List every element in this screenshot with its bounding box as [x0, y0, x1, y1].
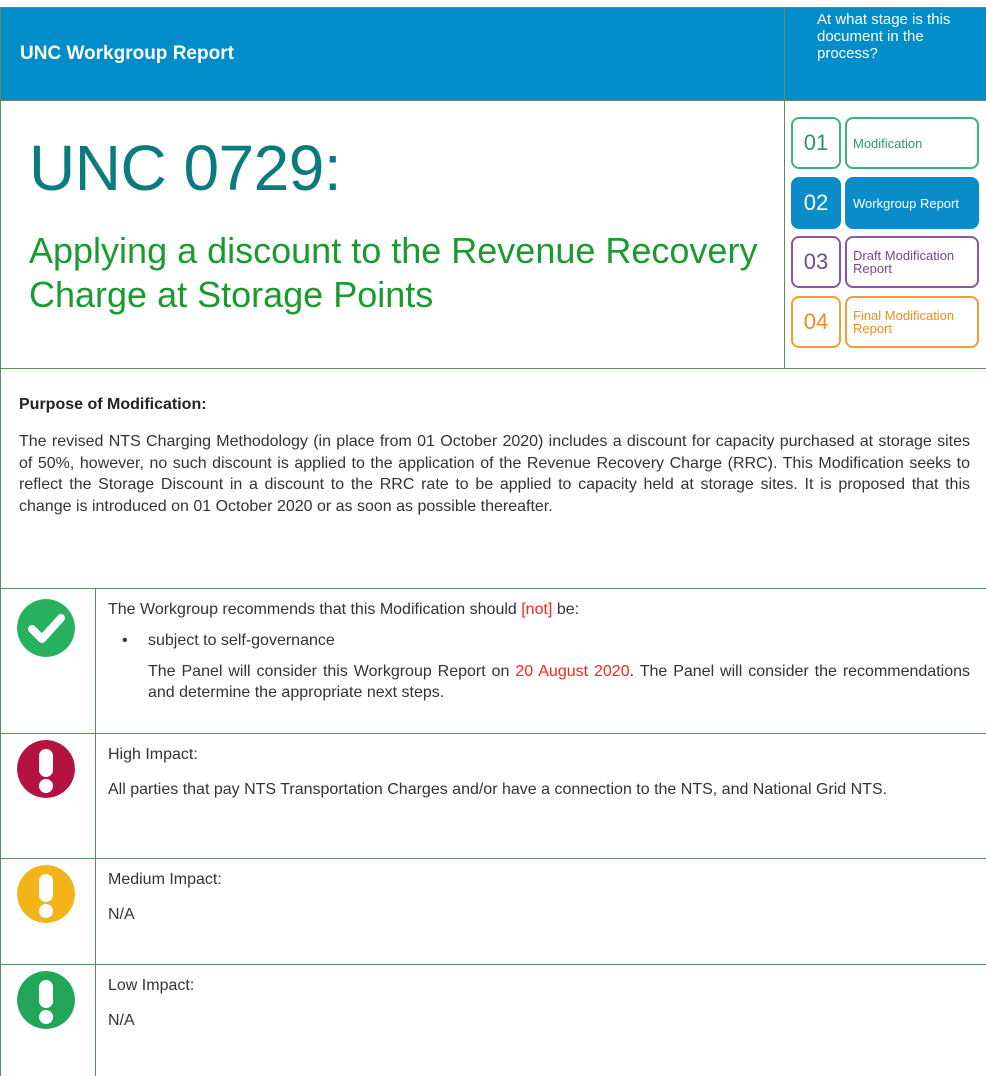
low-impact-row: Low Impact: N/A [0, 965, 986, 1076]
high-impact-row: High Impact: All parties that pay NTS Tr… [0, 734, 986, 859]
process-stages: 01 Modification 02 Workgroup Report 03 D… [785, 101, 986, 369]
purpose-text: The revised NTS Charging Methodology (in… [19, 433, 970, 515]
high-impact-label: High Impact: [108, 746, 198, 763]
stage-label: Workgroup Report [845, 177, 979, 229]
stage-number: 04 [791, 296, 841, 348]
recommendation-row: The Workgroup recommends that this Modif… [0, 589, 986, 734]
checkmark-icon [17, 599, 75, 657]
stage-modification: 01 Modification [791, 117, 981, 169]
exclamation-red-icon [17, 740, 75, 798]
medium-impact-row: Medium Impact: N/A [0, 859, 986, 965]
low-impact-text: N/A [108, 1012, 135, 1029]
not-flag: [not] [521, 601, 553, 618]
stage-number: 02 [791, 177, 841, 229]
stage-draft-modification-report: 03 Draft Modification Report [791, 236, 981, 288]
exclamation-amber-icon [17, 865, 75, 923]
stage-label: Modification [845, 117, 979, 169]
title-area: UNC 0729: Applying a discount to the Rev… [0, 101, 785, 369]
report-header: UNC Workgroup Report [0, 7, 785, 101]
stage-final-modification-report: 04 Final Modification Report [791, 296, 981, 348]
stage-label: Draft Modification Report [845, 236, 979, 288]
recommendation-bullet: • subject to self-governance [122, 632, 335, 649]
modification-title: Applying a discount to the Revenue Recov… [29, 230, 758, 315]
stage-workgroup-report: 02 Workgroup Report [791, 177, 981, 229]
medium-impact-text: N/A [108, 906, 135, 923]
stage-number: 01 [791, 117, 841, 169]
purpose-heading: Purpose of Modification: [19, 396, 207, 413]
medium-impact-label: Medium Impact: [108, 871, 222, 888]
report-type-title: UNC Workgroup Report [20, 43, 234, 64]
low-impact-label: Low Impact: [108, 977, 195, 994]
stage-number: 03 [791, 236, 841, 288]
high-impact-text: All parties that pay NTS Transportation … [108, 781, 888, 798]
panel-note: The Panel will consider this Workgroup R… [148, 663, 970, 701]
recommendation-intro: The Workgroup recommends that this Modif… [108, 601, 580, 618]
stage-question: At what stage is this document in the pr… [785, 7, 986, 101]
modification-number: UNC 0729: [29, 132, 342, 204]
recommendation-text: The Workgroup recommends that this Modif… [108, 599, 970, 703]
stage-label: Final Modification Report [845, 296, 979, 348]
bullet-dot: • [122, 632, 128, 649]
panel-date: 20 August 2020 [515, 663, 630, 680]
purpose-section: Purpose of Modification: The revised NTS… [0, 369, 986, 589]
exclamation-green-icon [17, 971, 75, 1029]
